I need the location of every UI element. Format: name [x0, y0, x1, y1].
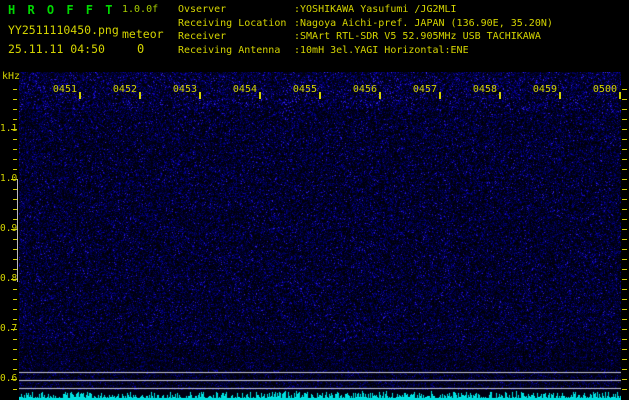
freq-tick-right [622, 289, 627, 290]
freq-tick-minor [13, 289, 17, 290]
freq-tick-minor [13, 349, 17, 350]
info-row-receiver: Receiver :SMArt RTL-SDR V5 52.905MHz USB… [178, 30, 553, 44]
freq-tick-label: 1.1 [0, 123, 18, 134]
freq-tick-major [11, 329, 17, 330]
version-label: 1.0.0f [122, 4, 159, 15]
info-value: :SMArt RTL-SDR V5 52.905MHz USB TACHIKAW… [294, 31, 541, 42]
freq-tick-minor [13, 109, 17, 110]
freq-tick-minor [13, 389, 17, 390]
hrofft-window: H R O F F T 1.0.0f YY2511110450.png mete… [0, 0, 629, 400]
meteor-count: 0 [137, 42, 145, 56]
freq-tick-minor [13, 139, 17, 140]
freq-tick-right [622, 299, 627, 300]
info-row-antenna: Receiving Antenna :10mH 3el.YAGI Horizon… [178, 44, 553, 58]
freq-tick-label: 0.9 [0, 223, 18, 234]
freq-tick-right [622, 329, 627, 330]
freq-tick-label: 1.0 [0, 173, 18, 184]
info-label: Receiving Location [178, 17, 287, 29]
freq-tick-right [622, 259, 627, 260]
freq-tick-minor [13, 359, 17, 360]
freq-tick-right [622, 279, 627, 280]
freq-tick-right [622, 269, 627, 270]
freq-tick-right [622, 349, 627, 350]
info-row-location: Receiving Location :Nagoya Aichi-pref. J… [178, 17, 553, 31]
info-value: :10mH 3el.YAGI Horizontal:ENE [294, 44, 469, 56]
freq-tick-major [11, 129, 17, 130]
freq-tick-label: 0.7 [0, 323, 18, 334]
freq-tick-right [622, 139, 627, 140]
freq-tick-right [622, 339, 627, 340]
app-title: H R O F F T [8, 3, 115, 17]
freq-tick-minor [13, 339, 17, 340]
frequency-unit-label: kHz [2, 71, 21, 82]
freq-tick-right [622, 379, 627, 380]
freq-tick-right [622, 109, 627, 110]
spectrogram-canvas [19, 72, 621, 390]
freq-tick-minor [13, 309, 17, 310]
freq-tick-minor [13, 169, 17, 170]
freq-tick-right [622, 119, 627, 120]
info-value: :Nagoya Aichi-pref. JAPAN (136.90E, 35.2… [294, 17, 553, 29]
freq-tick-minor [13, 159, 17, 160]
noise-level-strip-canvas [19, 390, 621, 400]
datetime-label: 25.11.11 04:50 [8, 42, 105, 56]
freq-tick-right [622, 89, 627, 90]
mode-label: meteor [122, 27, 164, 41]
info-row-observer: Ovserver :YOSHIKAWA Yasufumi /JG2MLI [178, 3, 553, 17]
info-value: :YOSHIKAWA Yasufumi /JG2MLI [294, 4, 457, 15]
freq-tick-label: 0.8 [0, 273, 18, 284]
freq-tick-right [622, 159, 627, 160]
info-label: Receiving Antenna [178, 44, 281, 56]
freq-tick-right [622, 179, 627, 180]
freq-tick-right [622, 169, 627, 170]
freq-tick-right [622, 149, 627, 150]
station-info-block: Ovserver :YOSHIKAWA Yasufumi /JG2MLI Rec… [178, 3, 553, 57]
freq-tick-label: 0.6 [0, 373, 18, 384]
freq-tick-right [622, 209, 627, 210]
freq-tick-minor [13, 369, 17, 370]
freq-tick-major [11, 379, 17, 380]
freq-tick-right [622, 369, 627, 370]
freq-tick-right [622, 129, 627, 130]
freq-tick-minor [13, 99, 17, 100]
freq-tick-right [622, 389, 627, 390]
info-label: Receiver [178, 31, 227, 42]
info-label: Ovserver [178, 4, 227, 15]
freq-tick-right [622, 229, 627, 230]
freq-tick-minor [13, 319, 17, 320]
freq-tick-right [622, 359, 627, 360]
freq-tick-right [622, 239, 627, 240]
output-filename: YY2511110450.png [8, 23, 119, 37]
freq-tick-right [622, 189, 627, 190]
freq-tick-right [622, 199, 627, 200]
freq-tick-right [622, 249, 627, 250]
freq-tick-minor [13, 119, 17, 120]
freq-tick-right [622, 99, 627, 100]
freq-tick-right [622, 219, 627, 220]
freq-tick-minor [13, 299, 17, 300]
freq-tick-right [622, 309, 627, 310]
freq-tick-minor [13, 149, 17, 150]
freq-tick-right [622, 319, 627, 320]
left-marker-bar [17, 179, 18, 282]
freq-tick-minor [13, 89, 17, 90]
